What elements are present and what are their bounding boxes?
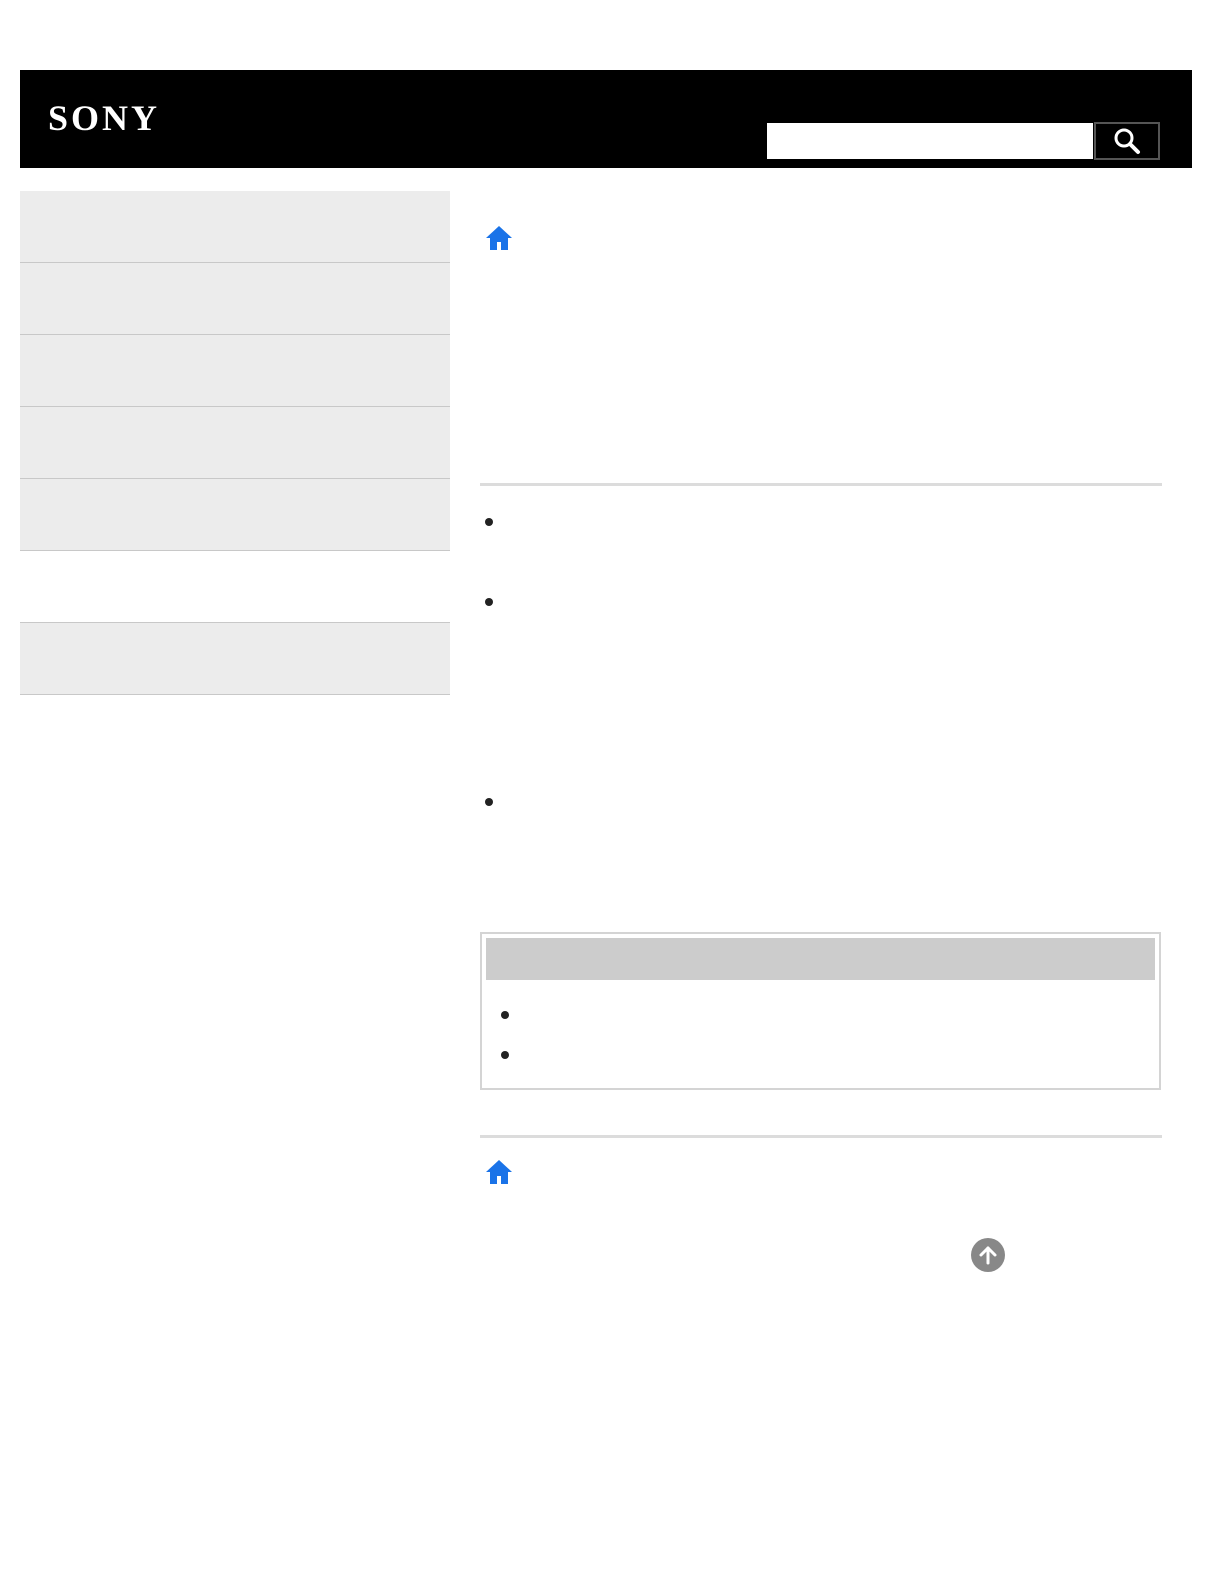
sidebar-item-1[interactable] bbox=[20, 191, 450, 263]
site-header: SONY bbox=[20, 70, 1192, 168]
search-input[interactable] bbox=[767, 123, 1093, 159]
sidebar-item-5[interactable] bbox=[20, 479, 450, 551]
related-topics-box bbox=[480, 932, 1161, 1090]
search-button[interactable] bbox=[1094, 122, 1160, 160]
sidebar-nav bbox=[20, 191, 450, 695]
list-item-bullet bbox=[485, 598, 493, 606]
home-link-top[interactable] bbox=[484, 223, 514, 253]
sidebar-item-2[interactable] bbox=[20, 263, 450, 335]
content-divider-top bbox=[480, 483, 1162, 486]
home-icon bbox=[486, 1160, 512, 1184]
sidebar-item-3[interactable] bbox=[20, 335, 450, 407]
sidebar-item-6[interactable] bbox=[20, 551, 450, 623]
home-link-bottom[interactable] bbox=[484, 1157, 514, 1187]
list-item-bullet bbox=[485, 518, 493, 526]
related-item-bullet bbox=[501, 1011, 509, 1019]
back-to-top-button[interactable] bbox=[971, 1238, 1005, 1272]
related-item-bullet bbox=[501, 1051, 509, 1059]
arrow-up-circle-icon bbox=[979, 1246, 997, 1265]
sidebar-item-7[interactable] bbox=[20, 623, 450, 695]
list-item-bullet bbox=[485, 798, 493, 806]
home-icon bbox=[486, 226, 512, 250]
sony-logo[interactable]: SONY bbox=[48, 96, 160, 140]
sidebar-item-4[interactable] bbox=[20, 407, 450, 479]
content-divider-bottom bbox=[480, 1135, 1162, 1138]
search-icon bbox=[1114, 128, 1140, 154]
related-topics-header bbox=[486, 938, 1155, 980]
